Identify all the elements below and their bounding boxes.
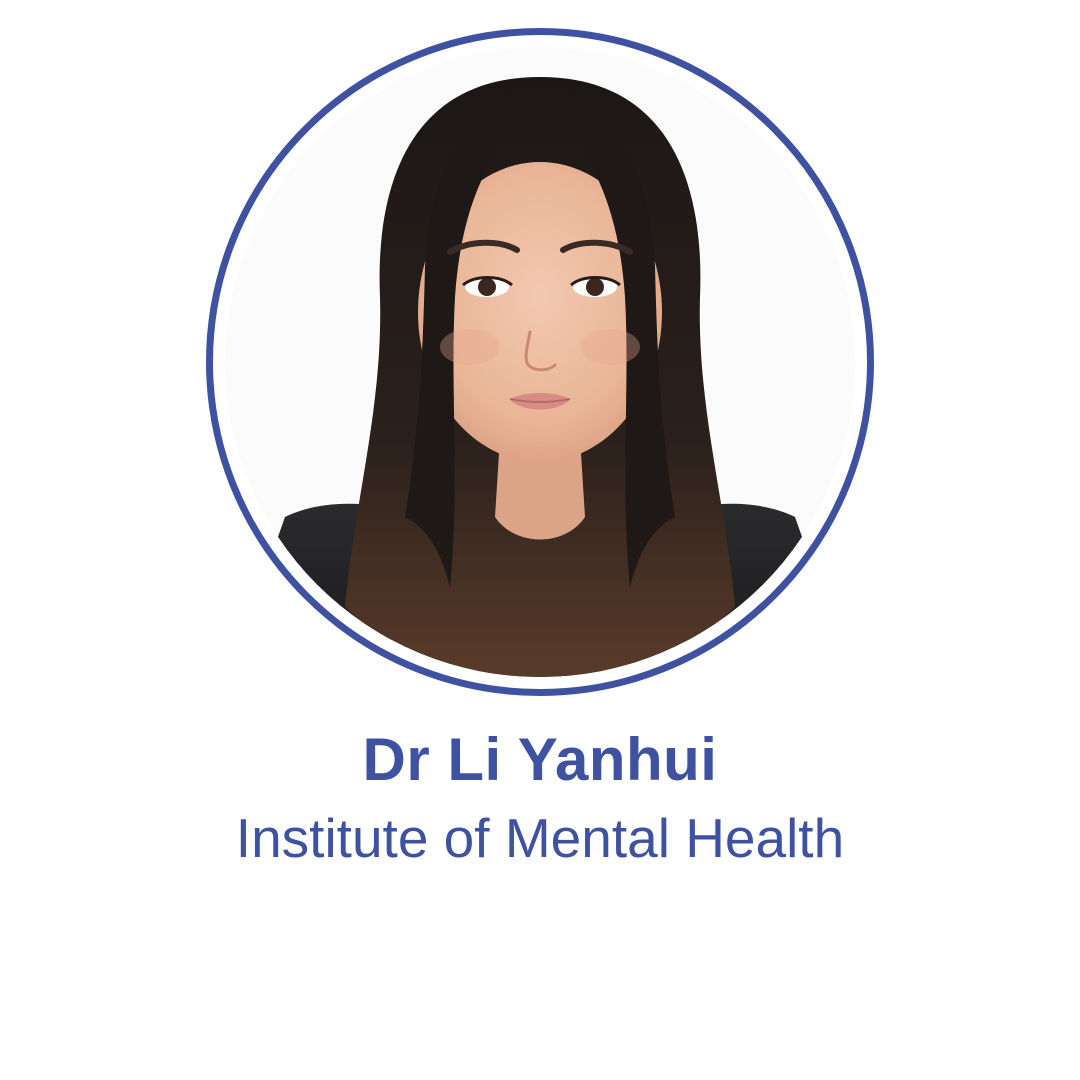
person-name: Dr Li Yanhui [362, 726, 718, 793]
affiliation-text: Institute of Mental Health [235, 807, 845, 869]
headshot-photo [225, 47, 855, 677]
portrait-ring [206, 28, 874, 696]
profile-card: Dr Li Yanhui Institute of Mental Health [0, 0, 1080, 1080]
